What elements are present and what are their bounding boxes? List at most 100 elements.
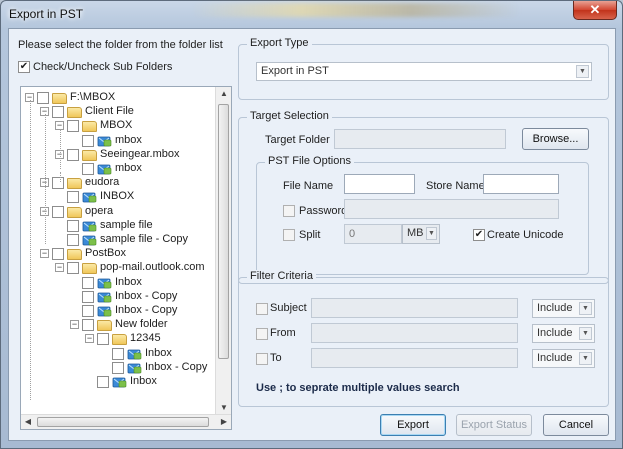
tree-node-label: PostBox	[85, 247, 126, 260]
tree-node[interactable]: − 12345	[85, 332, 215, 346]
chevron-down-icon[interactable]: ▼	[579, 327, 592, 340]
tree-node-checkbox[interactable]	[82, 305, 94, 317]
tree-node-checkbox[interactable]	[82, 319, 94, 332]
tree-node-checkbox[interactable]	[82, 134, 94, 147]
tree-node-label: pop-mail.outlook.com	[100, 261, 205, 274]
tree-node[interactable]: INBOX	[55, 190, 215, 204]
from-input[interactable]	[311, 323, 518, 343]
file-name-input[interactable]	[344, 174, 415, 194]
tree-node[interactable]: sample file	[55, 219, 215, 233]
export-button[interactable]: Export	[380, 414, 446, 436]
create-unicode-checkbox[interactable]: ✔	[473, 229, 485, 241]
from-mode-select[interactable]: Include ▼	[532, 324, 595, 343]
tree-node-checkbox[interactable]	[67, 120, 79, 133]
store-name-input[interactable]	[483, 174, 559, 194]
to-mode-select[interactable]: Include ▼	[532, 349, 595, 368]
browse-button[interactable]: Browse...	[522, 128, 589, 150]
title-bar-background	[191, 3, 521, 17]
tree-node[interactable]: Inbox - Copy	[70, 304, 215, 318]
tree-horizontal-scrollbar[interactable]: ◀ ▶	[21, 414, 231, 429]
tree-node-checkbox[interactable]	[52, 106, 64, 119]
tree-node[interactable]: Inbox - Copy	[70, 290, 215, 304]
tree-node-checkbox[interactable]	[52, 177, 64, 190]
chevron-down-icon[interactable]: ▼	[426, 227, 437, 240]
tree-node-checkbox[interactable]	[97, 376, 109, 388]
tree-node[interactable]: − New folder	[70, 318, 215, 332]
tree-node-checkbox[interactable]	[67, 148, 79, 161]
tree-node-checkbox[interactable]	[67, 191, 79, 204]
tree-horizontal-scroll-thumb[interactable]	[37, 417, 209, 427]
export-status-button[interactable]: Export Status	[456, 414, 532, 436]
target-selection-group: Target Selection Target Folder Browse...…	[238, 110, 609, 284]
mail-file-icon	[82, 220, 97, 232]
to-input[interactable]	[311, 348, 518, 368]
tree-node[interactable]: Inbox	[85, 375, 215, 389]
subfolders-checkbox[interactable]: ✔	[18, 61, 30, 73]
export-type-select[interactable]: Export in PST ▼	[256, 62, 592, 81]
split-unit-select[interactable]: MB ▼	[402, 224, 440, 244]
password-checkbox[interactable]	[283, 205, 295, 217]
target-folder-input[interactable]	[334, 129, 506, 149]
scroll-down-icon[interactable]: ▼	[216, 401, 231, 415]
tree-node[interactable]: Inbox - Copy	[100, 361, 215, 375]
split-size-input[interactable]: 0	[344, 224, 402, 244]
tree-node-checkbox[interactable]	[52, 248, 64, 261]
tree-node[interactable]: − pop-mail.outlook.com	[55, 261, 215, 275]
tree-node[interactable]: − Client File	[40, 105, 215, 119]
tree-node-checkbox[interactable]	[82, 276, 94, 289]
tree-node-checkbox[interactable]	[97, 333, 109, 346]
cancel-button[interactable]: Cancel	[543, 414, 609, 436]
tree-node-checkbox[interactable]	[82, 163, 94, 175]
from-checkbox[interactable]	[256, 328, 268, 340]
tree-node-checkbox[interactable]	[67, 219, 79, 232]
tree-node-label: mbox	[115, 162, 142, 174]
split-checkbox[interactable]	[283, 229, 295, 241]
subject-input[interactable]	[311, 298, 518, 318]
tree-node[interactable]: − Seeingear.mbox	[55, 148, 215, 162]
scroll-left-icon[interactable]: ◀	[21, 415, 35, 429]
collapse-toggle-icon[interactable]: −	[40, 249, 49, 259]
subject-checkbox[interactable]	[256, 303, 268, 315]
title-bar[interactable]: Export in PST ✕	[1, 1, 622, 27]
password-input[interactable]	[344, 199, 559, 219]
folder-tree[interactable]: − F:\MBOX − Client File − MBOX mbox − Seeingear.…	[20, 86, 232, 430]
tree-guide-line	[60, 129, 61, 169]
tree-node[interactable]: − F:\MBOX	[25, 91, 215, 105]
subject-mode-select[interactable]: Include ▼	[532, 299, 595, 318]
tree-node[interactable]: sample file - Copy	[55, 233, 215, 247]
tree-node[interactable]: Inbox	[100, 347, 215, 361]
tree-node-checkbox[interactable]	[52, 205, 64, 218]
tree-vertical-scroll-thumb[interactable]	[218, 104, 229, 359]
scroll-up-icon[interactable]: ▲	[216, 87, 231, 101]
collapse-toggle-icon[interactable]: −	[85, 334, 94, 344]
tree-node[interactable]: mbox	[70, 134, 215, 148]
tree-node-checkbox[interactable]	[37, 92, 49, 104]
close-button[interactable]: ✕	[573, 1, 617, 20]
tree-node[interactable]: − opera	[40, 205, 215, 219]
to-label: To	[270, 352, 282, 364]
tree-node[interactable]: − PostBox	[40, 247, 215, 261]
collapse-toggle-icon[interactable]: −	[55, 263, 64, 273]
tree-node-checkbox[interactable]	[112, 361, 124, 374]
tree-node-checkbox[interactable]	[67, 234, 79, 246]
tree-node-checkbox[interactable]	[112, 347, 124, 360]
to-checkbox[interactable]	[256, 353, 268, 365]
tree-node-checkbox[interactable]	[82, 290, 94, 303]
chevron-down-icon[interactable]: ▼	[579, 302, 592, 315]
chevron-down-icon[interactable]: ▼	[576, 65, 589, 78]
scroll-right-icon[interactable]: ▶	[217, 415, 231, 429]
collapse-toggle-icon[interactable]: −	[70, 320, 79, 330]
tree-node[interactable]: − MBOX	[55, 119, 215, 133]
tree-node[interactable]: − eudora	[40, 176, 215, 190]
tree-node-label: INBOX	[100, 190, 135, 203]
tree-node[interactable]: mbox	[70, 162, 215, 176]
tree-node-checkbox[interactable]	[67, 262, 79, 275]
pst-file-options-title: PST File Options	[265, 155, 354, 167]
to-mode-value: Include	[537, 352, 573, 364]
export-type-value: Export in PST	[261, 65, 329, 77]
tree-vertical-scrollbar[interactable]: ▲ ▼	[215, 87, 231, 415]
tree-node-label: Inbox - Copy	[115, 289, 178, 302]
tree-guide-line	[30, 100, 31, 400]
tree-node[interactable]: Inbox	[70, 276, 215, 290]
chevron-down-icon[interactable]: ▼	[579, 352, 592, 365]
